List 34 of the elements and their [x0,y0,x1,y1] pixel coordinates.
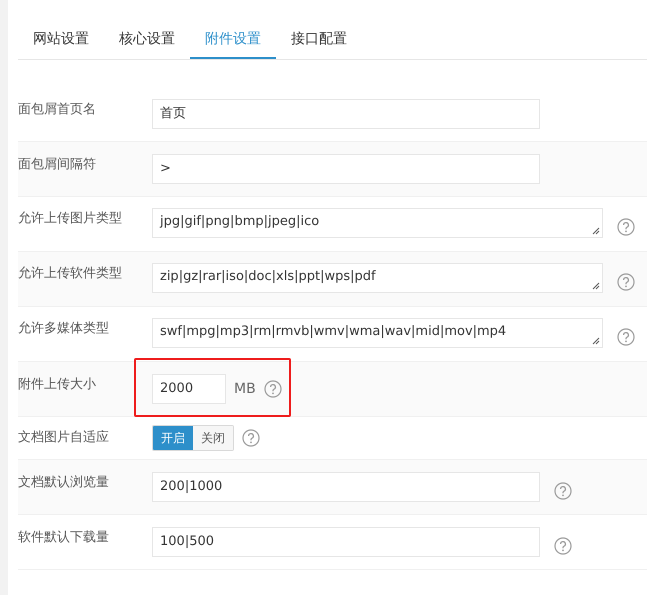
input-field[interactable]: 100|500 [152,527,540,557]
help-icon[interactable] [554,482,572,500]
field-label: 文档图片自适应 [18,429,110,447]
field-label: 软件默认下载量 [18,529,110,547]
textarea-field[interactable]: swf|mpg|mp3|rm|rmvb|wmv|wma|wav|mid|mov|mp4 [152,318,603,348]
tab[interactable]: 附件设置 [190,20,276,59]
field-label: 面包屑间隔符 [18,156,97,174]
input-field[interactable]: > [152,154,540,184]
textarea-field[interactable]: zip|gz|rar|iso|doc|xls|ppt|wps|pdf [152,263,603,293]
field-label: 允许上传图片类型 [18,210,123,228]
field-label: 附件上传大小 [18,376,97,394]
resize-handle-icon[interactable] [592,337,600,345]
help-icon[interactable] [264,380,282,398]
field-label: 允许上传软件类型 [18,265,123,283]
help-icon[interactable] [617,218,635,236]
field-label: 面包屑首页名 [18,101,97,119]
tab[interactable]: 核心设置 [104,20,190,59]
help-icon[interactable] [242,429,260,447]
field-label: 文档默认浏览量 [18,474,110,492]
help-icon[interactable] [617,273,635,291]
unit-label: MB [234,381,256,397]
help-icon[interactable] [554,537,572,555]
help-icon[interactable] [617,328,635,346]
input-field[interactable]: 200|1000 [152,472,540,502]
resize-handle-icon[interactable] [592,227,600,235]
input-field[interactable]: 首页 [152,99,540,129]
tab[interactable]: 接口配置 [276,20,362,59]
toggle-option[interactable]: 开启 [153,426,193,450]
toggle-option[interactable]: 关闭 [193,426,233,450]
resize-handle-icon[interactable] [592,282,600,290]
tab[interactable]: 网站设置 [18,20,104,59]
input-field[interactable]: 2000 [152,374,226,404]
textarea-field[interactable]: jpg|gif|png|bmp|jpeg|ico [152,208,603,238]
field-label: 允许多媒体类型 [18,320,110,338]
